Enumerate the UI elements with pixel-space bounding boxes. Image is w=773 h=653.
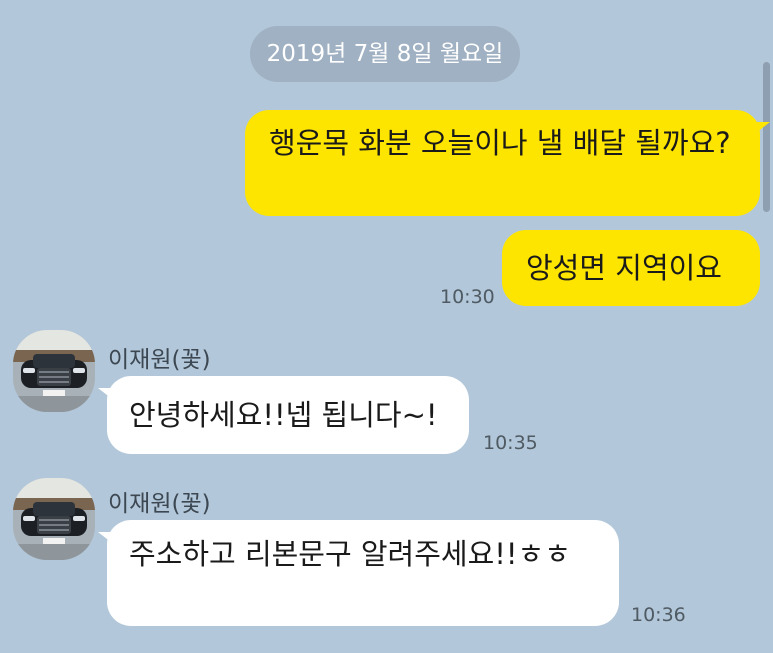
message-time: 10:36 xyxy=(631,604,686,626)
message-time: 10:30 xyxy=(440,286,495,308)
their-message-bubble[interactable]: 안녕하세요!!넵 됩니다~! xyxy=(107,376,469,454)
car-avatar-icon xyxy=(13,478,95,560)
bubble-tail xyxy=(752,122,770,136)
message-text: 행운목 화분 오늘이나 낼 배달 될까요? xyxy=(269,126,731,160)
date-separator: 2019년 7월 8일 월요일 xyxy=(250,26,520,82)
my-message-bubble[interactable]: 행운목 화분 오늘이나 낼 배달 될까요? xyxy=(245,110,760,216)
sender-name: 이재원(꽃) xyxy=(108,491,211,517)
scrollbar[interactable] xyxy=(763,62,770,212)
message-time: 10:35 xyxy=(483,432,538,454)
their-message-bubble[interactable]: 주소하고 리본문구 알려주세요!!ㅎㅎ xyxy=(107,520,619,626)
my-message-bubble[interactable]: 앙성면 지역이요 xyxy=(502,230,760,306)
car-avatar-icon xyxy=(13,330,95,412)
message-text: 앙성면 지역이요 xyxy=(526,251,722,285)
avatar[interactable] xyxy=(13,478,95,560)
message-text: 주소하고 리본문구 알려주세요!!ㅎㅎ xyxy=(129,537,571,571)
sender-name: 이재원(꽃) xyxy=(108,347,211,373)
avatar[interactable] xyxy=(13,330,95,412)
message-text: 안녕하세요!!넵 됩니다~! xyxy=(129,398,438,432)
